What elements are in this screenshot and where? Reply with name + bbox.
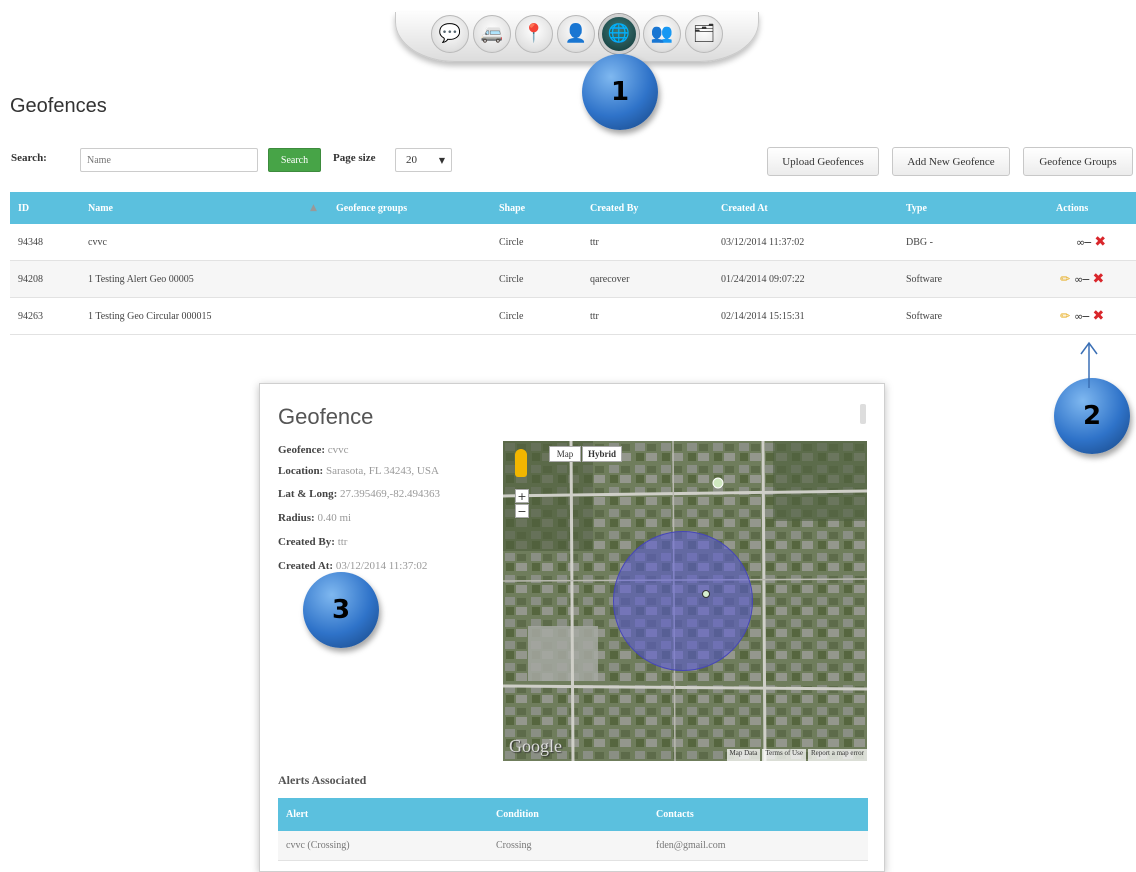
- cell-shape: Circle: [499, 273, 524, 285]
- map-footer: Map Data Terms of Use Report a map error: [726, 749, 867, 761]
- table-row[interactable]: 94348 cvvc Circle ttr 03/12/2014 11:37:0…: [10, 224, 1136, 261]
- geofence-groups-button[interactable]: Geofence Groups: [1023, 147, 1133, 176]
- edit-pencil-icon[interactable]: ✏: [1060, 309, 1070, 323]
- cell-created-by: qarecover: [590, 273, 630, 285]
- alerts-cell-condition: Crossing: [496, 840, 532, 851]
- van-icon[interactable]: 🚐: [473, 14, 511, 53]
- header-shape[interactable]: Shape: [499, 192, 525, 224]
- search-label: Search:: [11, 152, 47, 164]
- modal-scrollbar[interactable]: [860, 404, 866, 424]
- detail-geofence: Geofence: cvvc: [278, 444, 349, 456]
- table-header: ID Name ▲ Geofence groups Shape Created …: [10, 192, 1136, 224]
- terms-of-use-link[interactable]: Terms of Use: [762, 749, 806, 761]
- delete-icon[interactable]: ✖: [1092, 308, 1104, 324]
- delete-icon[interactable]: ✖: [1094, 234, 1106, 250]
- header-created-at[interactable]: Created At: [721, 192, 768, 224]
- globe-icon[interactable]: 🌐: [599, 13, 639, 54]
- callout-badge-1: 1: [582, 54, 658, 130]
- cell-shape: Circle: [499, 236, 524, 248]
- header-geofence-groups[interactable]: Geofence groups: [336, 192, 407, 224]
- page-size-value: 20: [406, 154, 417, 166]
- geofence-map[interactable]: + − Map Hybrid Google Map Data Terms of …: [503, 441, 867, 761]
- edit-pencil-icon[interactable]: ✏: [1060, 272, 1070, 286]
- group-icon[interactable]: 👥: [643, 14, 681, 53]
- detail-created-at: Created At: 03/12/2014 11:37:02: [278, 560, 428, 572]
- map-data-link[interactable]: Map Data: [726, 749, 761, 761]
- detail-lat-long: Lat & Long: 27.395469,-82.494363: [278, 488, 440, 500]
- cell-name: 1 Testing Geo Circular 000015: [88, 310, 212, 322]
- detail-radius: Radius: 0.40 mi: [278, 512, 352, 524]
- modal-title: Geofence: [278, 404, 374, 429]
- table-row[interactable]: 94208 1 Testing Alert Geo 00005 Circle q…: [10, 261, 1136, 298]
- search-input[interactable]: [80, 148, 258, 172]
- header-created-by[interactable]: Created By: [590, 192, 638, 224]
- zoom-out-button[interactable]: −: [515, 504, 529, 518]
- alerts-header-contacts: Contacts: [656, 809, 694, 820]
- cell-name: cvvc: [88, 236, 107, 248]
- cell-created-at: 01/24/2014 09:07:22: [721, 273, 805, 285]
- map-type-map-button[interactable]: Map: [549, 446, 581, 462]
- view-glasses-icon[interactable]: ∞−: [1076, 236, 1092, 249]
- page-title: Geofences: [10, 95, 107, 117]
- alerts-cell-contacts: fden@gmail.com: [656, 840, 726, 851]
- cell-created-by: ttr: [590, 236, 599, 248]
- google-logo: Google: [509, 736, 562, 756]
- search-button[interactable]: Search: [268, 148, 321, 172]
- cell-created-at: 02/14/2014 15:15:31: [721, 310, 805, 322]
- table-row: cvvc (Crossing) Crossing fden@gmail.com: [278, 831, 868, 861]
- page-size-select[interactable]: 20 ▼: [395, 148, 452, 172]
- callout-arrow-icon: [1080, 341, 1098, 388]
- header-name[interactable]: Name: [88, 192, 113, 224]
- cell-name: 1 Testing Alert Geo 00005: [88, 273, 194, 285]
- detail-created-by: Created By: ttr: [278, 536, 348, 548]
- report-icon[interactable]: 🗂: [685, 14, 723, 53]
- map-marker-icon[interactable]: 📍: [515, 14, 553, 53]
- cell-id: 94348: [18, 236, 43, 248]
- report-map-error-link[interactable]: Report a map error: [807, 749, 867, 761]
- cell-created-at: 03/12/2014 11:37:02: [721, 236, 805, 248]
- street-view-pegman-icon[interactable]: [515, 449, 527, 477]
- header-type[interactable]: Type: [906, 192, 927, 224]
- cell-type: Software: [906, 273, 943, 285]
- cell-shape: Circle: [499, 310, 524, 322]
- add-new-geofence-button[interactable]: Add New Geofence: [892, 147, 1010, 176]
- top-toolbar: 💬 🚐 📍 👤 🌐 👥 🗂: [395, 12, 759, 62]
- cell-type: Software: [906, 310, 943, 322]
- upload-geofences-button[interactable]: Upload Geofences: [767, 147, 879, 176]
- geofence-detail-modal: Geofence Geofence: cvvc Location: Saraso…: [259, 383, 885, 872]
- table-row[interactable]: 94263 1 Testing Geo Circular 000015 Circ…: [10, 298, 1136, 335]
- header-actions: Actions: [1056, 202, 1089, 214]
- alerts-associated-title: Alerts Associated: [278, 773, 367, 787]
- sort-asc-icon[interactable]: ▲: [310, 192, 317, 224]
- header-id[interactable]: ID: [18, 192, 29, 224]
- cell-type: DBG -: [906, 236, 933, 248]
- alerts-header-alert: Alert: [286, 809, 309, 820]
- caret-down-icon: ▼: [438, 155, 445, 165]
- geofence-center-marker-icon: [702, 590, 710, 598]
- alerts-cell-alert: cvvc (Crossing): [286, 840, 350, 851]
- view-glasses-icon[interactable]: ∞−: [1074, 310, 1090, 323]
- chat-bubble-icon[interactable]: 💬: [431, 14, 469, 53]
- view-glasses-icon[interactable]: ∞−: [1074, 273, 1090, 286]
- cell-id: 94263: [18, 310, 43, 322]
- row-actions: ∞− ✖: [1076, 224, 1106, 260]
- geofences-table: ID Name ▲ Geofence groups Shape Created …: [10, 192, 1136, 335]
- row-actions: ✏ ∞− ✖: [1060, 261, 1104, 297]
- page-size-label: Page size: [333, 152, 376, 164]
- zoom-in-button[interactable]: +: [515, 489, 529, 503]
- cell-created-by: ttr: [590, 310, 599, 322]
- cell-id: 94208: [18, 273, 43, 285]
- row-actions: ✏ ∞− ✖: [1060, 298, 1104, 334]
- user-icon[interactable]: 👤: [557, 14, 595, 53]
- detail-location: Location: Sarasota, FL 34243, USA: [278, 465, 439, 477]
- map-type-hybrid-button[interactable]: Hybrid: [582, 446, 622, 462]
- delete-icon[interactable]: ✖: [1092, 271, 1104, 287]
- geofence-radius-circle: [613, 531, 753, 671]
- alerts-table-header: Alert Condition Contacts: [278, 798, 868, 831]
- alerts-header-condition: Condition: [496, 809, 539, 820]
- callout-badge-3: 3: [303, 572, 379, 648]
